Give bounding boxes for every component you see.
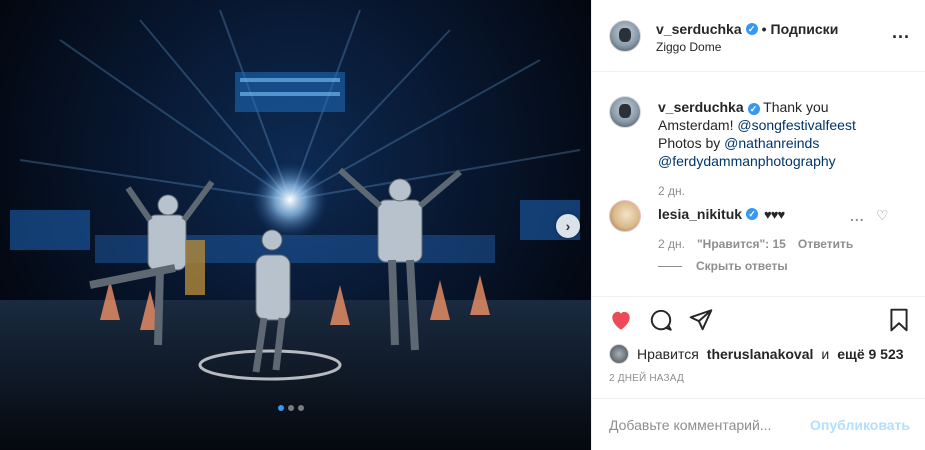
liker-avatar[interactable] (609, 344, 629, 364)
hide-replies-label: Скрыть ответы (696, 259, 788, 273)
post-photo[interactable]: › (0, 0, 591, 450)
commenter-avatar[interactable] (609, 200, 641, 232)
caption-avatar[interactable] (609, 96, 641, 128)
add-comment-bar: Добавьте комментарий... Опубликовать (592, 398, 925, 450)
post-location[interactable]: Ziggo Dome (656, 40, 721, 54)
author-username[interactable]: v_serduchka (656, 21, 742, 37)
carousel-indicator (278, 405, 304, 411)
bookmark-icon[interactable] (886, 307, 912, 333)
action-bar (592, 296, 925, 344)
comment-likes[interactable]: "Нравится": 15 (697, 237, 786, 251)
commenter-username[interactable]: lesia_nikituk (658, 206, 742, 222)
separator: • (761, 21, 767, 37)
author-line: v_serduchka ✓ • Подписки (656, 21, 838, 37)
post-sidebar: v_serduchka ✓ • Подписки Ziggo Dome ... … (591, 0, 925, 450)
comment-input[interactable]: Добавьте комментарий... (609, 417, 771, 433)
mention-link[interactable]: @songfestivalfeest (737, 117, 856, 133)
chevron-right-icon: › (565, 218, 571, 234)
heart-outline-icon[interactable]: ♡ (876, 207, 889, 224)
caption-username[interactable]: v_serduchka (658, 99, 744, 115)
following-button[interactable]: Подписки (771, 21, 839, 37)
verified-icon: ✓ (746, 208, 759, 220)
comment-meta: 2 дн. "Нравится": 15 Ответить (658, 237, 853, 251)
liker-username[interactable]: theruslanakoval (707, 346, 814, 362)
reply-button[interactable]: Ответить (798, 237, 853, 251)
comment-timestamp[interactable]: 2 дн. (658, 237, 685, 251)
mention-link[interactable]: @nathanreinds (724, 135, 819, 151)
verified-icon: ✓ (747, 103, 760, 115)
concert-image (0, 9, 591, 450)
mention-link[interactable]: @ferdydammanphotography (658, 153, 836, 169)
carousel-next-button[interactable]: › (556, 214, 580, 238)
author-avatar[interactable] (609, 20, 641, 52)
verified-icon: ✓ (745, 23, 758, 35)
likes-summary: Нравится theruslanakoval и ещё 9 523 (609, 344, 904, 364)
share-icon[interactable] (688, 307, 714, 333)
likes-prefix: Нравится (637, 346, 699, 362)
carousel-dot (278, 405, 284, 411)
hide-replies-button[interactable]: Скрыть ответы (658, 259, 788, 273)
carousel-dot (288, 405, 294, 411)
more-options-icon[interactable]: ... (892, 22, 910, 43)
caption-timestamp[interactable]: 2 дн. (658, 184, 685, 198)
caption-text: v_serduchka ✓ Thank you Amsterdam! @song… (658, 98, 903, 170)
likes-mid: и (821, 346, 830, 362)
post-date[interactable]: 2 ДНЕЙ НАЗАД (609, 373, 684, 384)
carousel-dot (298, 405, 304, 411)
divider (658, 265, 682, 267)
comment-text: ♥♥♥ (764, 206, 785, 222)
post-comment-button[interactable]: Опубликовать (810, 417, 910, 433)
post-header: v_serduchka ✓ • Подписки Ziggo Dome ... (592, 0, 925, 72)
heart-filled-icon[interactable] (608, 307, 634, 333)
comment-line: lesia_nikituk ✓ ♥♥♥ (658, 206, 785, 222)
likes-count[interactable]: ещё 9 523 (837, 346, 903, 362)
comment-icon[interactable] (648, 307, 674, 333)
comment-options-icon[interactable]: ... (850, 208, 865, 224)
caption-body-mid: Photos by (658, 135, 721, 151)
